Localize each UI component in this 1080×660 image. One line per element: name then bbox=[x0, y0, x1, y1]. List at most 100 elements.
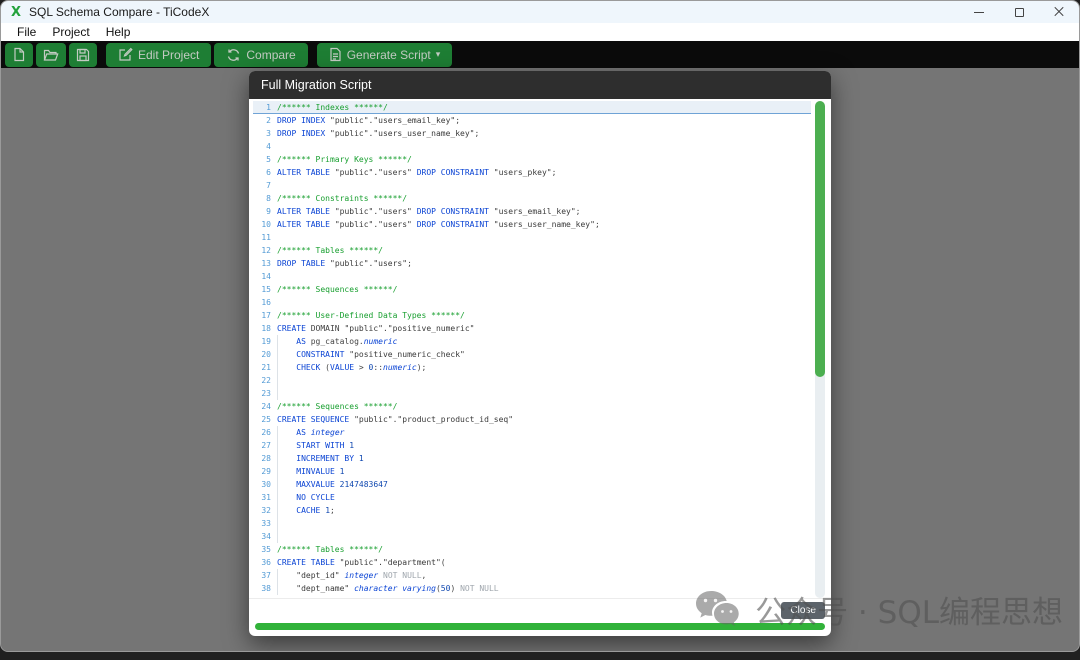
code-lines: 1 /****** Indexes ******/ 2 DROP INDEX "pub… bbox=[253, 101, 811, 595]
line-number: 21 bbox=[261, 363, 271, 372]
line-number: 31 bbox=[261, 493, 271, 502]
line-number: 28 bbox=[261, 454, 271, 463]
line-number: 30 bbox=[261, 480, 271, 489]
code-line: 3 DROP INDEX "public"."users_user_name_ke… bbox=[253, 127, 811, 140]
scrollbar-track[interactable] bbox=[815, 101, 825, 598]
scrollbar-thumb[interactable] bbox=[815, 101, 825, 377]
code-text: /****** Sequences ******/ bbox=[277, 285, 398, 294]
code-text: INCREMENT BY 1 bbox=[277, 452, 811, 465]
code-line: 34 bbox=[253, 530, 811, 543]
chevron-down-icon: ▾ bbox=[435, 49, 441, 59]
open-project-button[interactable] bbox=[36, 42, 66, 67]
code-line: 32 CACHE 1; bbox=[253, 504, 811, 517]
line-number: 23 bbox=[261, 389, 271, 398]
code-text: /****** User-Defined Data Types ******/ bbox=[277, 311, 465, 320]
code-text: /****** Constraints ******/ bbox=[277, 194, 408, 203]
line-number: 11 bbox=[261, 233, 271, 242]
code-text bbox=[277, 387, 811, 400]
open-folder-icon bbox=[43, 48, 59, 62]
code-text: NO CYCLE bbox=[277, 491, 811, 504]
line-number: 24 bbox=[261, 402, 271, 411]
line-number: 13 bbox=[261, 259, 271, 268]
dialog-header: Full Migration Script bbox=[249, 71, 831, 99]
code-line: 13 DROP TABLE "public"."users"; bbox=[253, 257, 811, 270]
line-number: 7 bbox=[266, 181, 271, 190]
close-icon[interactable] bbox=[1039, 1, 1079, 23]
code-line: 15 /****** Sequences ******/ bbox=[253, 283, 811, 296]
maximize-icon[interactable] bbox=[999, 1, 1039, 23]
save-project-button[interactable] bbox=[69, 42, 97, 67]
menu-item-file[interactable]: File bbox=[9, 25, 44, 39]
code-line: 28 INCREMENT BY 1 bbox=[253, 452, 811, 465]
code-line: 2 DROP INDEX "public"."users_email_key"; bbox=[253, 114, 811, 127]
line-number: 4 bbox=[266, 142, 271, 151]
compare-sync-icon bbox=[226, 48, 241, 62]
new-project-button[interactable] bbox=[5, 42, 33, 67]
menu-bar: File Project Help bbox=[1, 23, 1079, 41]
line-number: 15 bbox=[261, 285, 271, 294]
code-text: DROP INDEX "public"."users_email_key"; bbox=[277, 116, 461, 125]
code-text: AS integer bbox=[277, 426, 811, 439]
code-line: 23 bbox=[253, 387, 811, 400]
code-text: "dept_name" character varying(50) NOT NU… bbox=[277, 582, 811, 595]
line-number: 10 bbox=[261, 220, 271, 229]
code-text: ALTER TABLE "public"."users" DROP CONSTR… bbox=[277, 207, 581, 216]
edit-project-label: Edit Project bbox=[138, 47, 200, 62]
code-text bbox=[277, 530, 811, 543]
code-editor: 1 /****** Indexes ******/ 2 DROP INDEX "pub… bbox=[249, 99, 831, 598]
line-number: 26 bbox=[261, 428, 271, 437]
code-line: 18 CREATE DOMAIN "public"."positive_numer… bbox=[253, 322, 811, 335]
line-number: 2 bbox=[266, 116, 271, 125]
full-migration-script-dialog: Full Migration Script 1 /****** Indexes *… bbox=[249, 71, 831, 636]
code-text: ALTER TABLE "public"."users" DROP CONSTR… bbox=[277, 220, 600, 229]
edit-project-button[interactable]: Edit Project bbox=[106, 42, 212, 67]
line-number: 3 bbox=[266, 129, 271, 138]
line-number: 34 bbox=[261, 532, 271, 541]
code-line: 9 ALTER TABLE "public"."users" DROP CONST… bbox=[253, 205, 811, 218]
code-line: 22 bbox=[253, 374, 811, 387]
code-line: 6 ALTER TABLE "public"."users" DROP CONST… bbox=[253, 166, 811, 179]
code-text: "dept_id" integer NOT NULL, bbox=[277, 569, 811, 582]
title-bar: X SQL Schema Compare - TiCodeX bbox=[1, 1, 1079, 23]
script-file-icon bbox=[329, 47, 342, 62]
code-line: 33 bbox=[253, 517, 811, 530]
line-number: 9 bbox=[266, 207, 271, 216]
code-line: 36 CREATE TABLE "public"."department"( bbox=[253, 556, 811, 569]
menu-item-project[interactable]: Project bbox=[44, 25, 97, 39]
code-line: 35 /****** Tables ******/ bbox=[253, 543, 811, 556]
line-number: 27 bbox=[261, 441, 271, 450]
code-line: 16 bbox=[253, 296, 811, 309]
code-text bbox=[277, 517, 811, 530]
app-window: X SQL Schema Compare - TiCodeX File Proje… bbox=[0, 0, 1080, 652]
code-text: MINVALUE 1 bbox=[277, 465, 811, 478]
line-number: 6 bbox=[266, 168, 271, 177]
line-number: 8 bbox=[266, 194, 271, 203]
code-line: 37 "dept_id" integer NOT NULL, bbox=[253, 569, 811, 582]
code-text: AS pg_catalog.numeric bbox=[277, 335, 811, 348]
generate-script-button[interactable]: Generate Script ▾ bbox=[316, 42, 453, 67]
line-number: 14 bbox=[261, 272, 271, 281]
minimize-icon[interactable] bbox=[959, 1, 999, 23]
code-line: 20 CONSTRAINT "positive_numeric_check" bbox=[253, 348, 811, 361]
code-text: MAXVALUE 2147483647 bbox=[277, 478, 811, 491]
code-text: DROP TABLE "public"."users"; bbox=[277, 259, 412, 268]
line-number: 25 bbox=[261, 415, 271, 424]
line-number: 32 bbox=[261, 506, 271, 515]
code-line: 1 /****** Indexes ******/ bbox=[253, 101, 811, 114]
generate-script-label: Generate Script bbox=[346, 47, 431, 62]
line-number: 17 bbox=[261, 311, 271, 320]
window-controls bbox=[959, 1, 1079, 23]
code-text: /****** Indexes ******/ bbox=[277, 103, 388, 112]
line-number: 37 bbox=[261, 571, 271, 580]
code-line: 24 /****** Sequences ******/ bbox=[253, 400, 811, 413]
menu-item-help[interactable]: Help bbox=[98, 25, 139, 39]
compare-button[interactable]: Compare bbox=[214, 42, 308, 67]
code-text: CACHE 1; bbox=[277, 504, 811, 517]
close-button[interactable]: Close bbox=[781, 602, 825, 619]
line-number: 19 bbox=[261, 337, 271, 346]
code-line: 5 /****** Primary Keys ******/ bbox=[253, 153, 811, 166]
